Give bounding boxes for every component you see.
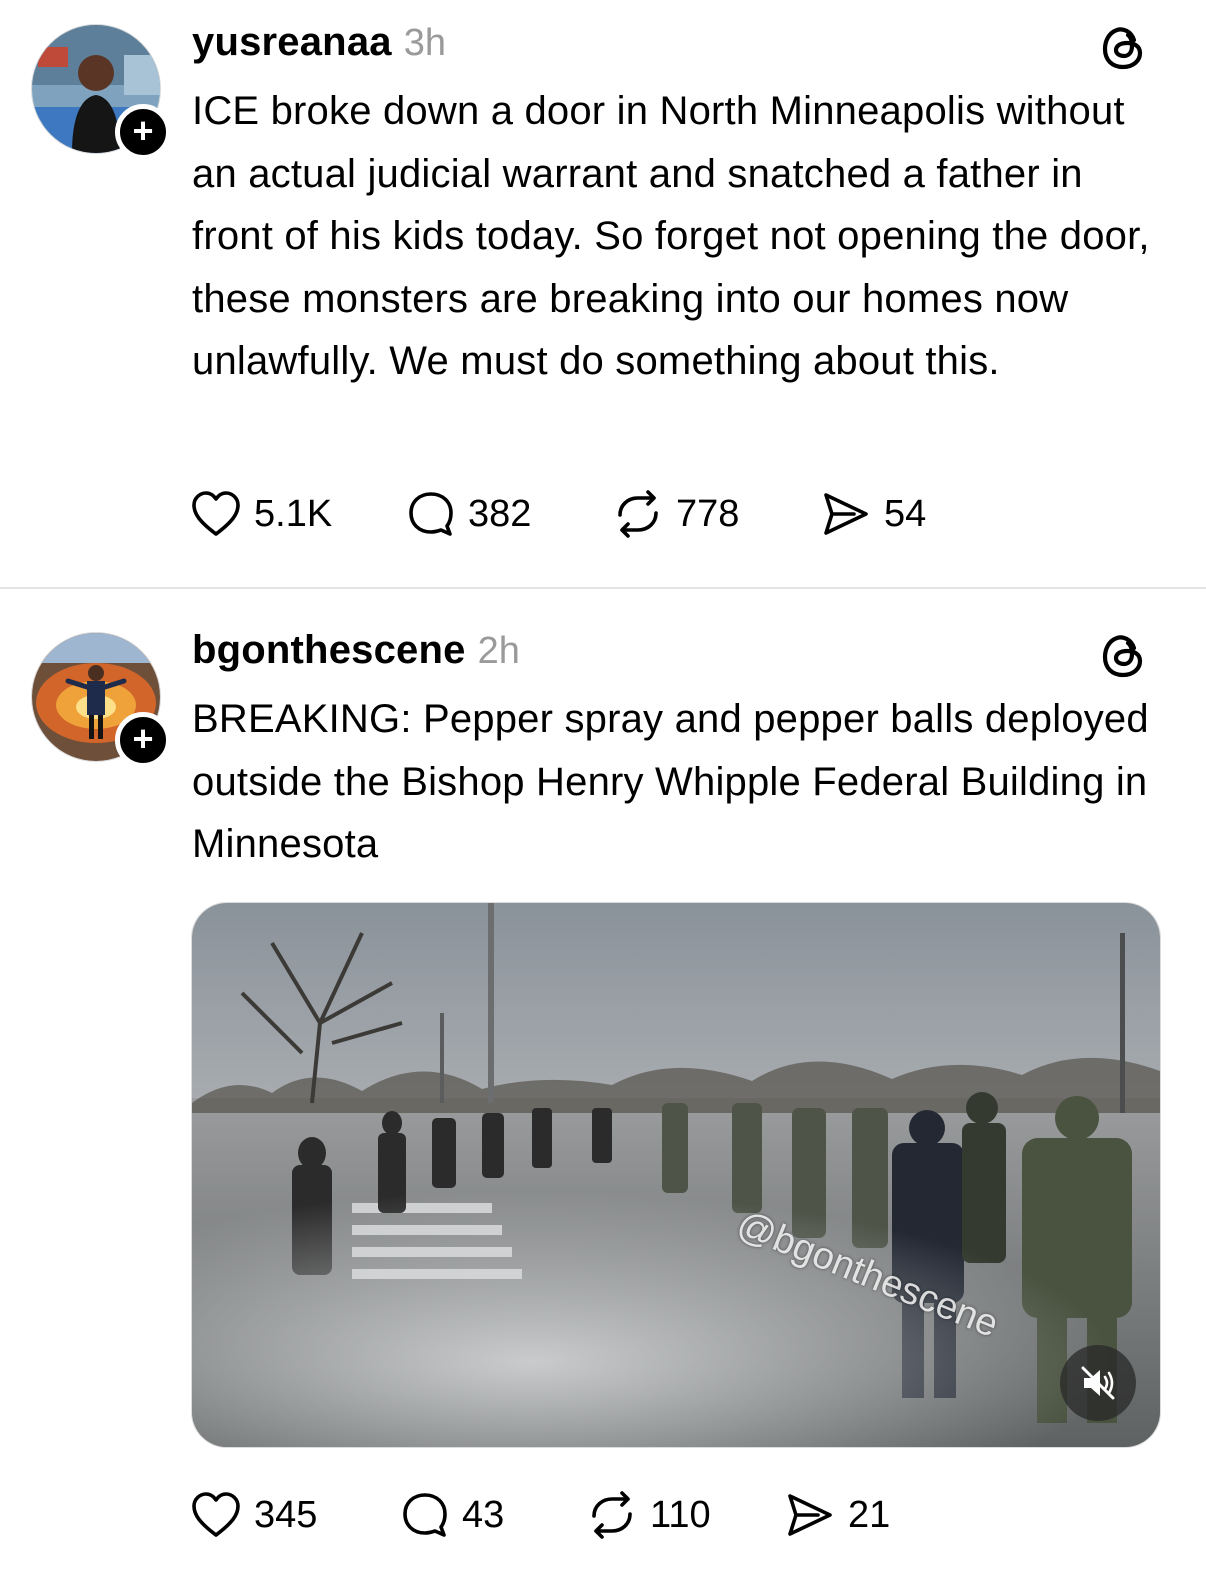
reply-button[interactable]: 43 <box>400 1490 586 1540</box>
repost-button[interactable]: 110 <box>586 1490 784 1540</box>
video-player[interactable]: @bgonthescene <box>191 902 1161 1448</box>
post-header: yusreanaa 3h <box>192 20 446 65</box>
timestamp[interactable]: 2h <box>478 630 520 673</box>
plus-icon: + <box>132 109 154 151</box>
action-bar: 345 43 110 21 <box>190 1487 890 1543</box>
action-bar: 5.1K 382 778 54 <box>190 486 926 542</box>
share-button[interactable]: 54 <box>820 489 926 539</box>
follow-button[interactable]: + <box>115 104 171 160</box>
heart-icon <box>192 491 240 536</box>
timestamp[interactable]: 3h <box>404 22 446 65</box>
username[interactable]: yusreanaa <box>192 20 392 65</box>
share-count: 21 <box>848 1493 891 1536</box>
share-button[interactable]: 21 <box>784 1490 890 1540</box>
repost-arrows-icon <box>618 490 658 538</box>
threads-logo-icon[interactable] <box>1098 630 1148 680</box>
repost-button[interactable]: 778 <box>612 489 820 539</box>
reply-button[interactable]: 382 <box>406 489 612 539</box>
video-frame <box>192 903 1160 1447</box>
avatar-wrap[interactable]: + <box>31 24 171 160</box>
speech-bubble-icon <box>403 1493 447 1537</box>
like-count: 5.1K <box>254 492 333 535</box>
threads-logo-icon[interactable] <box>1098 22 1148 72</box>
send-icon <box>824 493 868 535</box>
username[interactable]: bgonthescene <box>192 628 466 673</box>
post-divider <box>0 587 1206 589</box>
like-count: 345 <box>254 1493 318 1536</box>
heart-icon <box>192 1492 240 1537</box>
post-bgonthescene[interactable]: + bgonthescene 2h BREAKING: Pepper spray… <box>0 590 1206 1581</box>
repost-count: 778 <box>676 492 740 535</box>
speaker-muted-icon <box>1081 1366 1115 1400</box>
speech-bubble-icon <box>409 492 453 536</box>
like-button[interactable]: 5.1K <box>190 490 406 538</box>
avatar-wrap[interactable]: + <box>31 632 171 768</box>
post-yusreanaa[interactable]: + yusreanaa 3h ICE broke down a door in … <box>0 0 1206 588</box>
post-header: bgonthescene 2h <box>192 628 520 673</box>
share-count: 54 <box>884 492 927 535</box>
mute-toggle-button[interactable] <box>1060 1345 1136 1421</box>
post-text: ICE broke down a door in North Minneapol… <box>192 89 1150 383</box>
like-button[interactable]: 345 <box>190 1491 400 1539</box>
repost-count: 110 <box>650 1493 711 1536</box>
reply-count: 382 <box>468 492 532 535</box>
reply-count: 43 <box>462 1493 505 1536</box>
follow-button[interactable]: + <box>115 712 171 768</box>
repost-arrows-icon <box>592 1491 632 1539</box>
send-icon <box>788 1494 832 1536</box>
post-text: BREAKING: Pepper spray and pepper balls … <box>192 697 1149 866</box>
plus-icon: + <box>132 717 154 759</box>
